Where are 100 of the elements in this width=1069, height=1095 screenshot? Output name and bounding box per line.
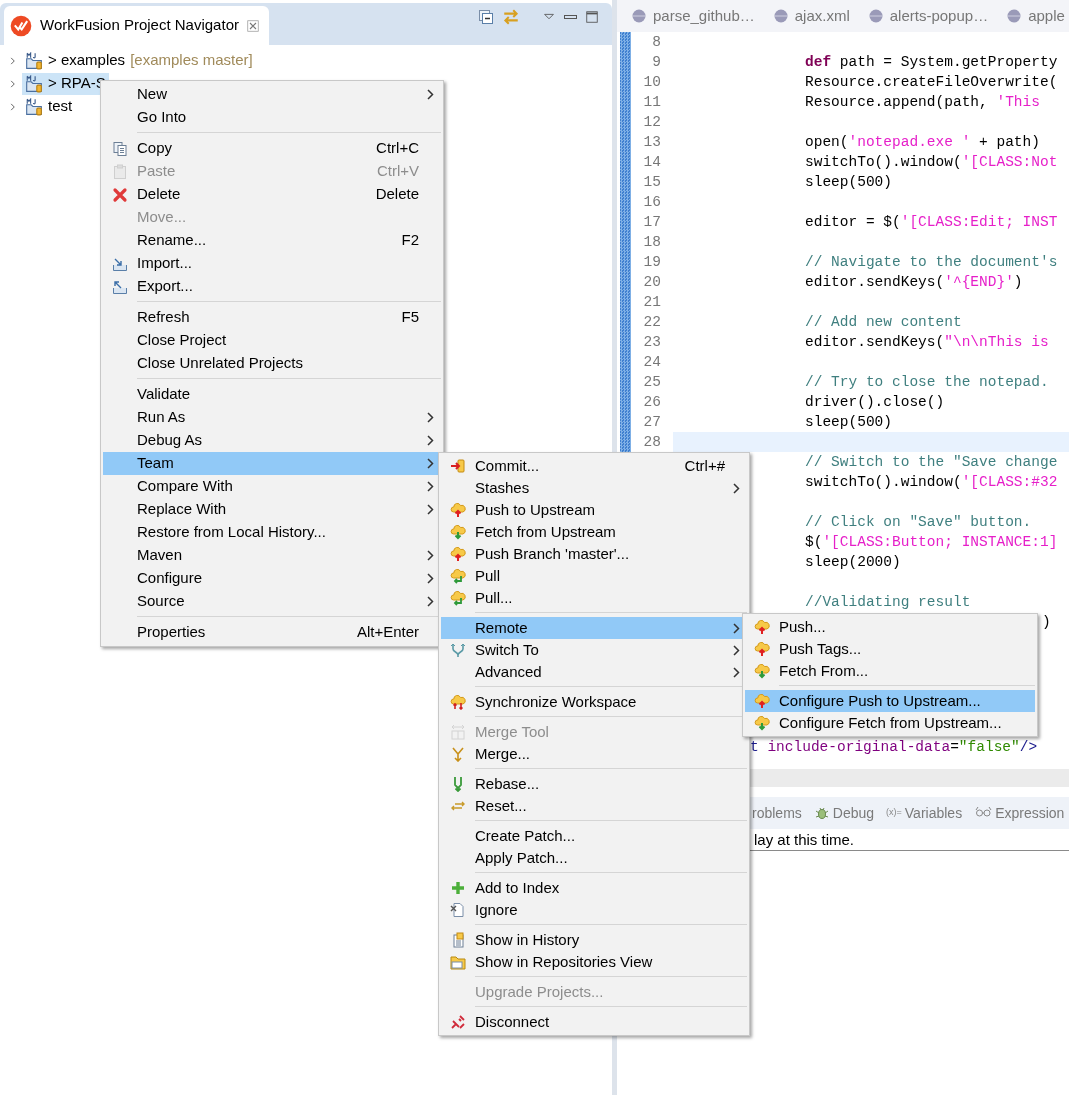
tree-item[interactable]: > examples [examples master] [22,49,256,72]
menu-item[interactable]: Configure Push to Upstream... [745,690,1035,712]
menu-item[interactable]: Pull... [441,587,747,609]
line-number: 14 [642,153,661,172]
menu-item[interactable]: Copy Ctrl+C [103,137,441,160]
file-icon [772,8,789,24]
menu-item[interactable]: Fetch from Upstream [441,521,747,543]
menu-item[interactable]: Configure Fetch from Upstream... [745,712,1035,734]
menu-item[interactable]: Ignore [441,899,747,921]
menu-item[interactable]: Configure [103,567,441,590]
maximize-icon [585,10,599,24]
copy-icon [112,140,128,157]
file-icon [631,8,647,24]
menu-item[interactable]: Restore from Local History... [103,521,441,544]
toolbar-button[interactable] [563,14,578,20]
menu-item[interactable]: Debug As [103,429,441,452]
menu-item[interactable]: Show in Repositories View [441,951,747,973]
cloud-download-icon [450,524,466,540]
cloud-pull-icon [450,568,466,584]
code-line: t include-original-data="false"/> [750,739,1038,755]
menu-item[interactable]: Close Project [103,329,441,352]
code-line: switchTo().window('[CLASS:#32 [805,474,1058,490]
menu-item[interactable]: Merge... [441,743,747,765]
menu-item[interactable]: Disconnect [441,1011,747,1033]
panel-tab[interactable]: Debug [813,802,875,824]
minimize-icon [564,15,577,19]
menu-item[interactable]: Commit... Ctrl+# [441,455,747,477]
menu-item[interactable]: Push Tags... [745,638,1035,660]
cloud-upload-icon [754,641,770,657]
menu-item[interactable]: Add to Index [441,877,747,899]
menu-item[interactable]: Import... [103,252,441,275]
view-tab[interactable]: WorkFusion Project Navigator [4,6,269,45]
line-number: 11 [642,93,661,112]
export-icon [112,278,128,295]
code-line: open('notepad.exe ' + path) [805,134,1040,150]
line-number: 13 [642,133,661,152]
code-line: ) [1042,614,1051,630]
menu-item[interactable]: Fetch From... [745,660,1035,682]
menu-item[interactable]: Replace With [103,498,441,521]
menu-item[interactable]: Maven [103,544,441,567]
delete-icon [112,186,128,203]
bug-icon [813,805,830,821]
branch-icon [450,642,466,658]
menu-item[interactable]: Validate [103,383,441,406]
panel-tab[interactable]: (x)= Variables [886,802,963,824]
line-number: 8 [651,33,661,52]
code-line: // Try to close the notepad. [805,374,1049,390]
code-line: switchTo().window('[CLASS:Not [805,154,1058,170]
menu-item[interactable]: Rebase... [441,773,747,795]
editor-tab[interactable]: parse_github… [625,4,761,28]
menu-item[interactable]: Compare With [103,475,441,498]
tree-item[interactable]: test [22,95,76,118]
menu-item[interactable]: Show in History [441,929,747,951]
menu-item[interactable]: Reset... [441,795,747,817]
merge-icon [450,746,466,762]
code-line: editor.sendKeys('^{END}') [805,274,1023,290]
project-icon [25,97,43,116]
menu-item[interactable]: Export... [103,275,441,298]
code-line: // Click on "Save" button. [805,514,1032,530]
line-number: 16 [642,193,661,212]
ignore-icon [450,902,466,918]
editor-tab[interactable]: ajax.xml [766,4,856,28]
line-number: 24 [642,353,661,372]
code-line: def path = System.getProperty [805,54,1058,70]
menu-item[interactable]: Push to Upstream [441,499,747,521]
variables-icon: (x)= [886,806,902,820]
menu-item[interactable]: Run As [103,406,441,429]
editor-tab[interactable]: apple [1000,4,1069,28]
logo-icon [10,14,32,37]
menu-item[interactable]: Refresh F5 [103,306,441,329]
code-line: sleep(500) [805,414,892,430]
code-line: Resource.createFileOverwrite( [805,74,1058,90]
menu-item[interactable]: Source [103,590,441,613]
toolbar-button[interactable] [584,9,600,25]
editor-tab[interactable]: alerts-popup… [861,4,995,28]
line-number: 21 [642,293,661,312]
menu-item[interactable]: Go Into [103,106,441,129]
line-number: 9 [651,53,661,72]
menu-item[interactable]: Delete Delete [103,183,441,206]
code-line: editor = $('[CLASS:Edit; INST [805,214,1058,230]
line-number: 18 [642,233,661,252]
menu-item[interactable]: Close Unrelated Projects [103,352,441,375]
cloud-pull-icon [450,590,466,606]
file-icon [1006,8,1023,24]
panel-tab[interactable]: Expression [974,802,1065,824]
menu-item[interactable]: Push... [745,616,1035,638]
link-icon [502,8,520,26]
panel-tab[interactable]: roblems [752,802,802,824]
menu-item[interactable]: Rename... F2 [103,229,441,252]
code-line: // Navigate to the document's [805,254,1058,270]
menu-item[interactable]: Pull [441,565,747,587]
menu-item[interactable]: Team [103,452,441,475]
toolbar-button[interactable] [477,8,495,26]
cloud-upload-icon [450,546,466,562]
menu-item[interactable]: Stashes [441,477,747,499]
menu-item[interactable]: Push Branch 'master'... [441,543,747,565]
line-number: 23 [642,333,661,352]
collapse-all-icon [478,9,494,25]
menu-item[interactable]: Properties Alt+Enter [103,621,441,644]
code-line: //Validating result [805,594,971,610]
